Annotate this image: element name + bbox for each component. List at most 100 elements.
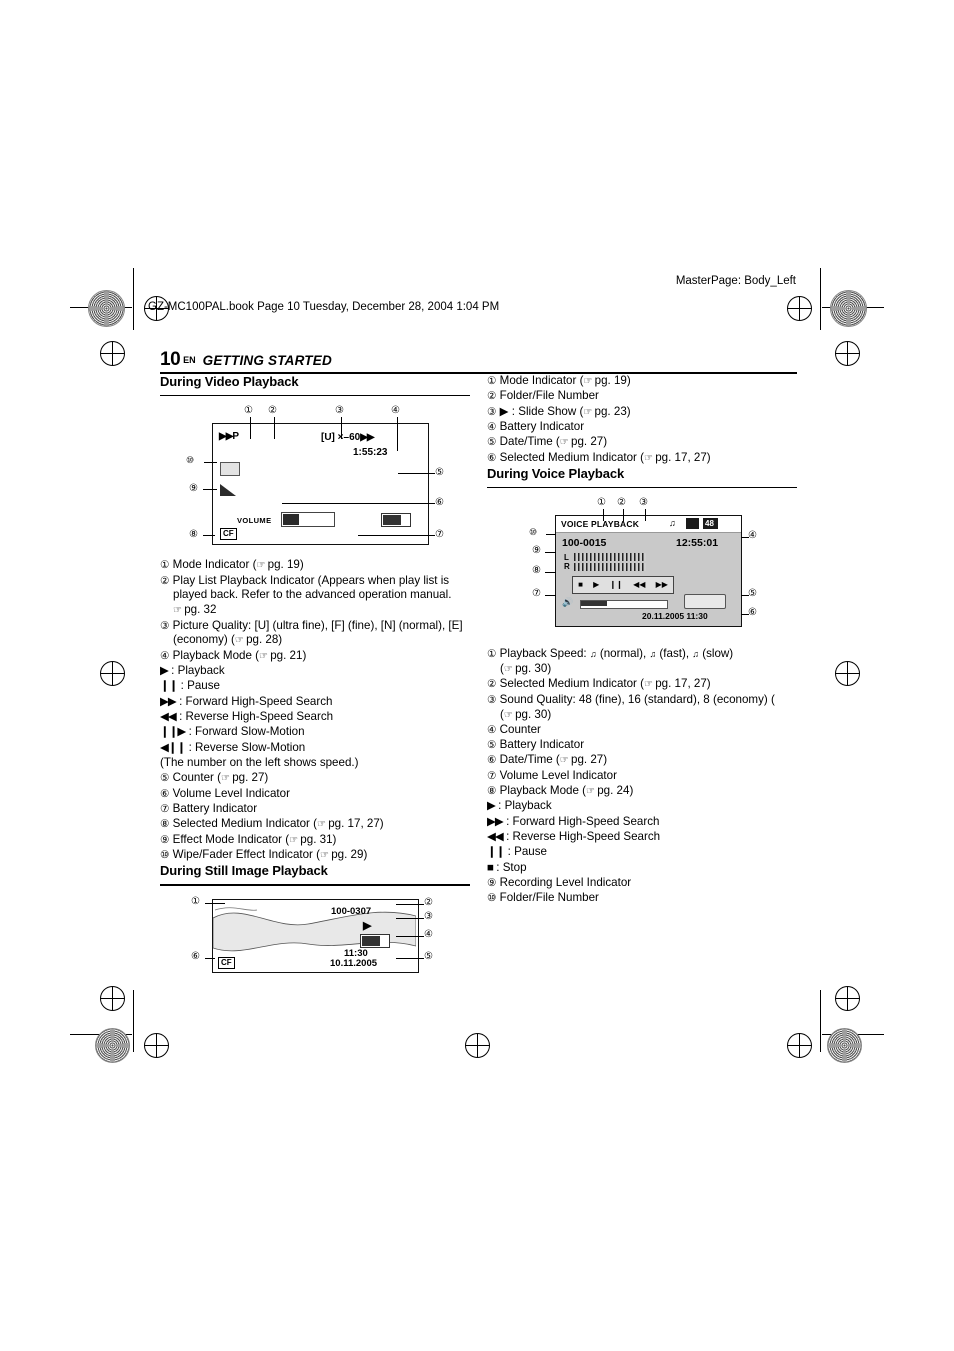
callout-4: ④ xyxy=(424,928,433,940)
section-title-voice-playback: During Voice Playback xyxy=(487,465,625,481)
crop-mark-line xyxy=(133,990,134,1052)
callout-6: ⑥ xyxy=(748,607,757,619)
callout-10: ⑩ xyxy=(186,455,195,466)
playback-mode-item: ◀◀ : Reverse High-Speed Search xyxy=(160,710,334,723)
voice-playback-legend: ① Playback Speed: ♫ (normal), ♫ (fast), … xyxy=(487,647,797,906)
list-item: ⑥ Volume Level Indicator xyxy=(160,786,290,800)
list-item: ⑩ Wipe/Fader Effect Indicator (☞ pg. 29) xyxy=(160,847,368,861)
list-item: ⑦ Battery Indicator xyxy=(160,801,258,815)
list-item: ② Selected Medium Indicator (☞ pg. 17, 2… xyxy=(487,677,711,691)
lcd-volume-bar xyxy=(580,600,668,610)
callout-1: ① xyxy=(191,895,200,907)
halftone-dot xyxy=(827,1028,862,1063)
lcd-counter: 12:55:01 xyxy=(676,537,719,550)
lcd-recording-level-right xyxy=(574,563,646,572)
lcd-folder-file-number: 100-0015 xyxy=(562,537,607,550)
lcd-date: 10.11.2005 xyxy=(330,957,378,969)
lcd-channel-right: R xyxy=(564,562,570,572)
pause-icon: ❙❙ xyxy=(609,580,623,590)
lcd-sound-quality: 48 xyxy=(703,518,718,530)
list-item: ⑥ Selected Medium Indicator (☞ pg. 17, 2… xyxy=(487,450,711,464)
lcd-voice-title: VOICE PLAYBACK xyxy=(561,519,640,530)
voice-mode-item: ❙❙ : Pause xyxy=(487,845,547,859)
list-item: ⑤ Battery Indicator xyxy=(487,738,585,752)
callout-7: ⑦ xyxy=(435,529,444,541)
stop-icon: ■ xyxy=(578,580,583,590)
callout-3: ③ xyxy=(639,497,648,509)
list-item: ③ Picture Quality: [U] (ultra fine), [F]… xyxy=(160,618,463,647)
video-playback-figure: ▶▶P [U] ×–60▶▶ 1:55:23 VOLUME CF ① ② ③ ④… xyxy=(160,405,470,552)
list-item: ⑨ Recording Level Indicator xyxy=(487,876,632,890)
callout-9: ⑨ xyxy=(532,545,541,557)
still-lcd-screen: 100-0307 ▶ 11:30 10.11.2005 CF xyxy=(212,898,419,973)
video-playback-legend: ① Mode Indicator (☞ pg. 19) ② Play List … xyxy=(160,558,470,863)
playback-mode-item: ▶ : Playback xyxy=(160,664,225,678)
lcd-medium-indicator: CF xyxy=(218,956,235,969)
registration-mark xyxy=(835,986,860,1011)
lcd-datetime: 20.11.2005 11:30 xyxy=(642,611,708,622)
list-item: ⑥ Date/Time (☞ pg. 27) xyxy=(487,753,608,767)
list-item: ⑨ Effect Mode Indicator (☞ pg. 31) xyxy=(160,832,337,846)
left-column: During Video Playback ▶▶P [U] ×–60▶▶ 1:5… xyxy=(160,374,470,981)
callout-3: ③ xyxy=(424,910,433,922)
list-item: ④ Battery Indicator xyxy=(487,419,585,433)
playback-mode-item: ❙❙▶ : Forward Slow-Motion xyxy=(160,725,305,739)
section-rule xyxy=(160,394,470,397)
forward-icon: ▶▶ xyxy=(655,580,668,590)
lcd-medium-indicator xyxy=(686,518,699,530)
page-language: EN xyxy=(183,355,196,365)
registration-mark xyxy=(100,986,125,1011)
callout-2: ② xyxy=(617,497,626,509)
still-image-legend: ① Mode Indicator (☞ pg. 19) ② Folder/Fil… xyxy=(487,374,797,465)
callout-4: ④ xyxy=(391,405,400,417)
callout-9: ⑨ xyxy=(189,483,198,495)
callout-1: ① xyxy=(244,405,253,417)
voice-lcd-screen: VOICE PLAYBACK ♫ 48 100-0015 12:55:01 L … xyxy=(555,515,742,628)
lcd-effect-mode-icon xyxy=(220,484,236,497)
list-item: ⑤ Counter (☞ pg. 27) xyxy=(160,771,269,785)
list-item: ③ Sound Quality: 48 (fine), 16 (standard… xyxy=(487,692,775,721)
page-header: 10 EN GETTING STARTED xyxy=(160,349,797,374)
section-title-video-playback: During Video Playback xyxy=(160,374,299,389)
still-image-figure: 100-0307 ▶ 11:30 10.11.2005 CF ① ② ③ ④ ⑤… xyxy=(160,895,470,981)
lcd-folder-file-number: 100-0307 xyxy=(331,905,372,917)
callout-5: ⑤ xyxy=(435,467,444,479)
callout-8: ⑧ xyxy=(532,565,541,577)
list-item: ① Mode Indicator (☞ pg. 19) xyxy=(487,374,631,387)
lcd-playback-mode-bar: ■ ▶ ❙❙ ◀◀ ▶▶ xyxy=(572,576,674,595)
playback-mode-item: ❙❙ : Pause xyxy=(160,679,220,693)
playback-mode-note: (The number on the left shows speed.) xyxy=(160,755,359,769)
callout-7: ⑦ xyxy=(532,588,541,600)
callout-10: ⑩ xyxy=(529,527,538,538)
crop-mark-line xyxy=(820,990,821,1052)
registration-mark xyxy=(835,341,860,366)
rewind-icon: ◀◀ xyxy=(633,580,646,590)
list-item: ② Play List Playback Indicator (Appears … xyxy=(160,573,452,617)
callout-6: ⑥ xyxy=(191,950,200,962)
callout-4: ④ xyxy=(748,530,757,542)
list-item: ⑩ Folder/File Number xyxy=(487,891,599,905)
masterpage-label: MasterPage: Body_Left xyxy=(675,275,796,287)
document-page: MasterPage: Body_Left GZ-MC100PAL.book P… xyxy=(0,0,954,1351)
book-file-label: GZ-MC100PAL.book Page 10 Tuesday, Decemb… xyxy=(148,301,500,313)
lcd-battery-indicator xyxy=(360,933,390,948)
playback-mode-item: ▶▶ : Forward High-Speed Search xyxy=(160,694,333,708)
page-title: GETTING STARTED xyxy=(202,353,332,368)
lcd-picture-quality: [U] ×–60▶▶ xyxy=(321,432,375,444)
callout-1: ① xyxy=(597,497,606,509)
section-title-still-image-playback: During Still Image Playback xyxy=(160,863,328,879)
voice-mode-item: ▶▶ : Forward High-Speed Search xyxy=(487,814,660,828)
halftone-dot xyxy=(88,290,125,327)
lcd-volume-label: VOLUME xyxy=(237,516,272,526)
callout-5: ⑤ xyxy=(748,588,757,600)
list-item: ③ ▶ : Slide Show (☞ pg. 23) xyxy=(487,404,631,418)
callout-2: ② xyxy=(424,896,433,908)
lcd-volume-bar xyxy=(281,512,335,528)
registration-mark xyxy=(835,661,860,686)
voice-playback-figure: VOICE PLAYBACK ♫ 48 100-0015 12:55:01 L … xyxy=(487,497,797,647)
lcd-playback-speed-icon: ♫ xyxy=(669,518,676,529)
lcd-wipe-fader-icon xyxy=(220,462,240,477)
registration-mark xyxy=(100,341,125,366)
list-item: ⑧ Selected Medium Indicator (☞ pg. 17, 2… xyxy=(160,817,384,831)
list-item: ④ Counter xyxy=(487,722,541,736)
